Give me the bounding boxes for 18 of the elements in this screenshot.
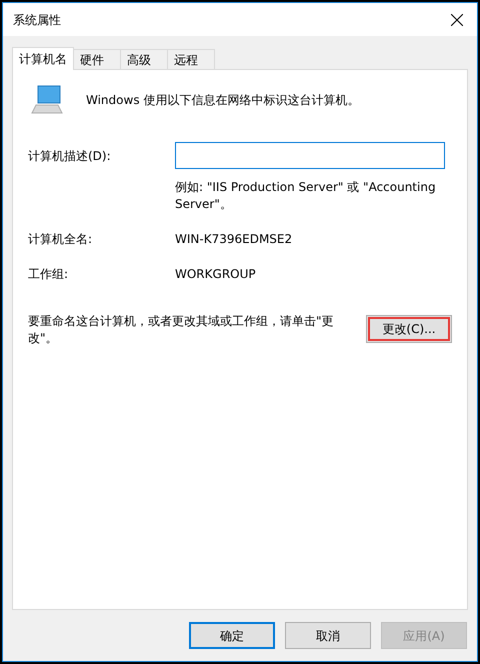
info-value: WORKGROUP (175, 266, 256, 283)
tab[interactable]: 远程 (167, 49, 215, 69)
intro-text: Windows 使用以下信息在网络中标识这台计算机。 (86, 92, 360, 109)
field-label: 计算机描述(D): (28, 148, 112, 164)
info-value: WIN-K7396EDMSE2 (175, 231, 292, 248)
tab[interactable]: 计算机名 (12, 47, 74, 70)
example-text: 例如: "IIS Production Server" 或 "Accounting Server"。 (175, 180, 436, 211)
dialog-button[interactable]: 确定 (189, 622, 275, 649)
window-title: 系统属性 (13, 12, 61, 28)
rename-text: 要重命名这台计算机，或者更改其域或工作组，请单击"更改"。 (28, 313, 335, 347)
description-field[interactable] (175, 142, 445, 169)
info-label: 工作组: (28, 266, 70, 283)
computer-icon (30, 85, 64, 115)
dialog-button[interactable]: 取消 (285, 622, 371, 649)
close-icon (451, 14, 463, 26)
tab[interactable]: 硬件 (73, 49, 121, 69)
info-label: 计算机全名: (28, 231, 94, 248)
change-button[interactable]: 更改(C)... (366, 315, 452, 343)
